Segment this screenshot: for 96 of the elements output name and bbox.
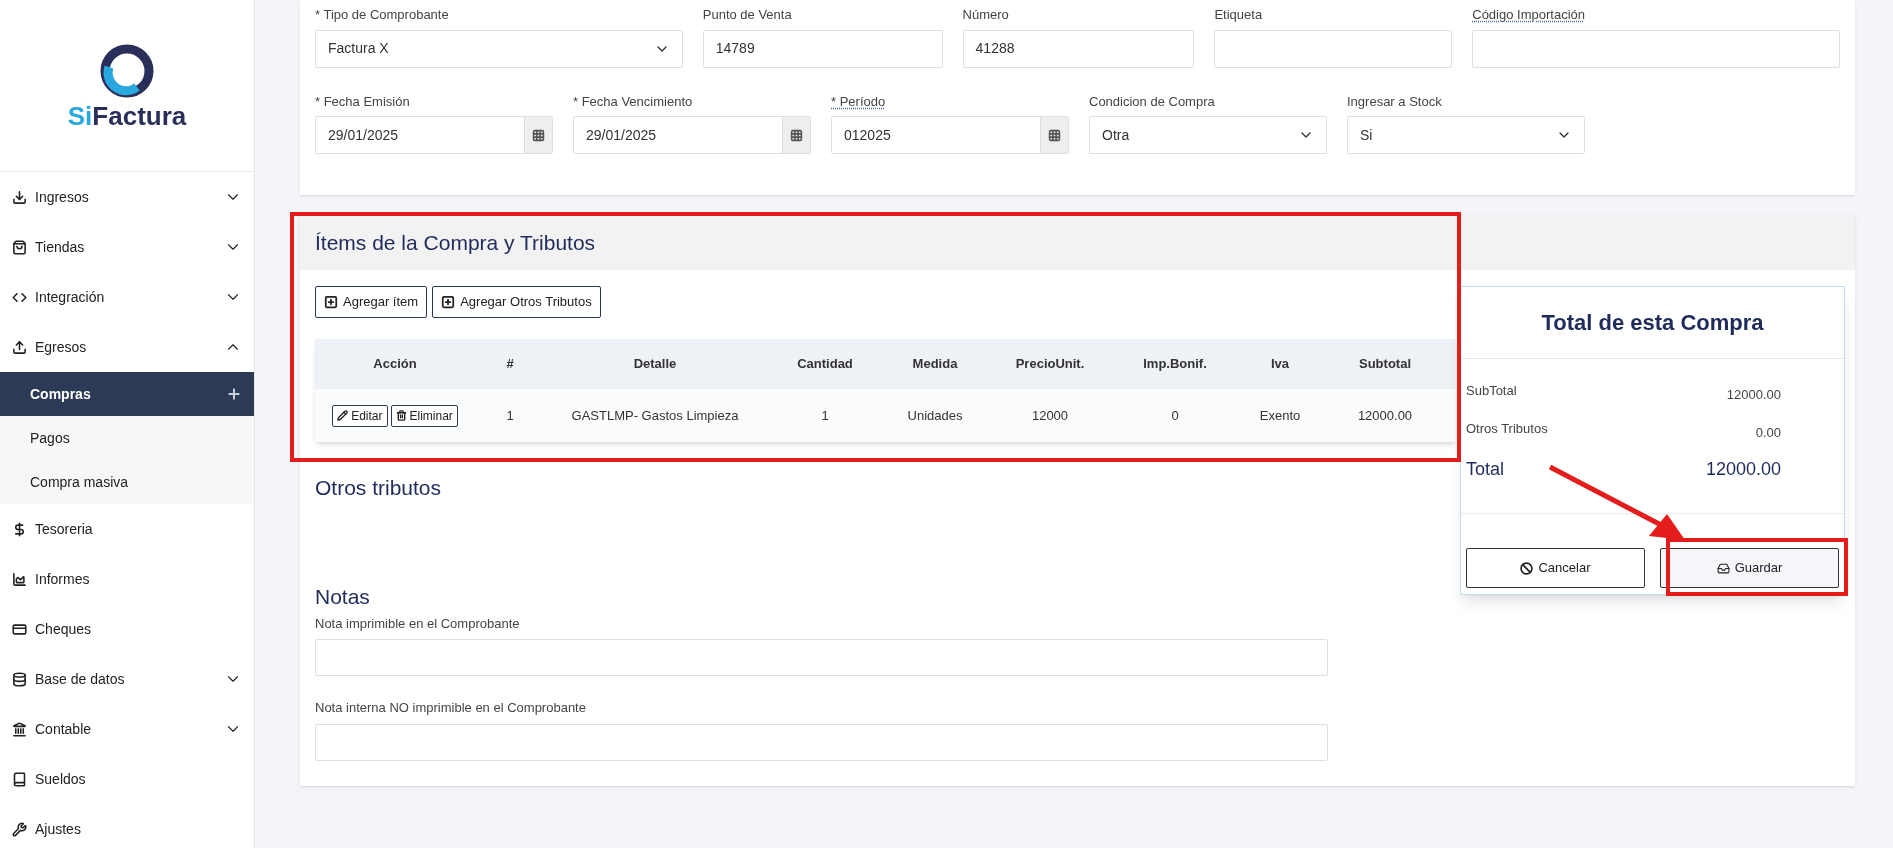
delete-button[interactable]: Eliminar bbox=[390, 404, 458, 427]
sidebar-item[interactable]: Tiendas bbox=[0, 222, 254, 272]
date-field[interactable]: 29/01/2025 bbox=[573, 116, 811, 154]
field-label: Etiqueta bbox=[1214, 6, 1263, 24]
field-label: * Fecha Vencimiento bbox=[573, 92, 693, 111]
bag-icon bbox=[12, 239, 27, 255]
submenu-item[interactable]: Compras bbox=[0, 372, 254, 416]
table-cell-text: 12000.00 bbox=[1357, 406, 1413, 425]
submenu-item[interactable]: Compra masiva bbox=[0, 460, 254, 504]
sidebar-item[interactable]: Integración bbox=[0, 272, 254, 322]
totals-title: Total de esta Compra bbox=[1541, 309, 1764, 337]
sidebar-item[interactable]: Ajustes bbox=[0, 804, 254, 848]
sidebar-item[interactable]: Informes bbox=[0, 554, 254, 604]
date-field[interactable]: 012025 bbox=[831, 116, 1069, 154]
field-label: * Fecha Emisión bbox=[315, 92, 410, 111]
section-title: Ítems de la Compra y Tributos bbox=[315, 229, 596, 256]
trash-icon bbox=[395, 410, 407, 421]
table-cell-text: Unidades bbox=[907, 406, 963, 425]
plus-icon bbox=[226, 386, 242, 402]
bank-icon bbox=[12, 721, 27, 737]
column-header: PrecioUnit. bbox=[1015, 355, 1085, 374]
pencil-icon bbox=[337, 410, 349, 421]
select-field[interactable]: Factura X bbox=[315, 29, 683, 68]
input-field[interactable]: 14789 bbox=[702, 29, 943, 68]
column-header: Cantidad bbox=[797, 355, 853, 374]
table-cell-text: 1 bbox=[506, 406, 514, 425]
sidebar-item[interactable]: Cheques bbox=[0, 604, 254, 654]
column-header: Acción bbox=[373, 355, 417, 374]
card-icon bbox=[12, 621, 27, 637]
wrench-icon bbox=[12, 821, 27, 837]
column-header: Subtotal bbox=[1359, 355, 1411, 374]
table-cell-text: 0 bbox=[1171, 406, 1179, 425]
total-value: 0.00 bbox=[1755, 423, 1781, 442]
add-button[interactable]: Agregar ítem bbox=[315, 286, 428, 318]
total-label: Total bbox=[1466, 458, 1505, 481]
column-header: Imp.Bonif. bbox=[1143, 355, 1207, 374]
field-label: Número bbox=[962, 6, 1009, 24]
plus-square-icon bbox=[324, 295, 338, 309]
select-field[interactable]: Si bbox=[1347, 116, 1585, 154]
sidebar-item[interactable]: Contable bbox=[0, 704, 254, 754]
sidebar-item[interactable]: Tesoreria bbox=[0, 504, 254, 554]
column-header: Iva bbox=[1270, 355, 1290, 374]
database-icon bbox=[12, 671, 27, 687]
grid-icon bbox=[1048, 128, 1061, 142]
section-title: Otros tributos bbox=[315, 475, 442, 501]
date-field[interactable]: 29/01/2025 bbox=[315, 116, 553, 154]
column-header: # bbox=[506, 355, 514, 374]
field-label: Ingresar a Stock bbox=[1347, 92, 1442, 111]
total-label: Otros Tributos bbox=[1466, 419, 1548, 438]
field-label: Nota imprimible en el Comprobante bbox=[315, 614, 520, 633]
book-icon bbox=[12, 771, 27, 787]
column-header: Detalle bbox=[633, 355, 677, 374]
calendar-button[interactable] bbox=[1040, 117, 1068, 153]
upload-icon bbox=[12, 339, 27, 355]
select-field[interactable]: Otra bbox=[1089, 116, 1327, 154]
column-header: Medida bbox=[912, 355, 958, 374]
table-cell-text: Exento bbox=[1259, 406, 1301, 425]
grid-icon bbox=[790, 128, 803, 142]
cancel-button[interactable]: Cancelar bbox=[1466, 548, 1645, 588]
dollar-icon bbox=[12, 521, 27, 537]
input-field[interactable]: 41288 bbox=[962, 29, 1195, 68]
note-field[interactable] bbox=[315, 639, 1328, 677]
sidebar-item[interactable]: Base de datos bbox=[0, 654, 254, 704]
calendar-button[interactable] bbox=[782, 117, 810, 153]
save-button[interactable]: Guardar bbox=[1660, 548, 1839, 588]
cancel-icon bbox=[1520, 561, 1534, 575]
field-label: Punto de Venta bbox=[702, 6, 792, 24]
calendar-button[interactable] bbox=[524, 117, 552, 153]
submenu-item[interactable]: Pagos bbox=[0, 416, 254, 460]
download-icon bbox=[12, 189, 27, 205]
input-field[interactable] bbox=[1472, 29, 1840, 68]
note-field[interactable] bbox=[315, 723, 1328, 761]
table-cell-text: 1 bbox=[821, 406, 829, 425]
plus-square-icon bbox=[441, 295, 456, 309]
logo-text: SiFactura bbox=[67, 102, 187, 129]
total-value: 12000.00 bbox=[1705, 458, 1781, 481]
field-label: Condicion de Compra bbox=[1089, 92, 1215, 111]
sidebar-item[interactable]: Ingresos bbox=[0, 172, 254, 222]
sidebar-item[interactable]: Sueldos bbox=[0, 754, 254, 804]
grid-icon bbox=[532, 128, 545, 142]
tray-icon bbox=[1716, 561, 1730, 575]
field-label: * Período bbox=[831, 92, 886, 111]
input-field[interactable] bbox=[1214, 29, 1453, 68]
sidebar-item[interactable]: Egresos bbox=[0, 322, 254, 372]
table-cell-text: GASTLMP- Gastos Limpieza bbox=[571, 406, 739, 425]
field-label: * Tipo de Comprobante bbox=[315, 6, 449, 24]
total-value: 12000.00 bbox=[1726, 386, 1781, 404]
add-button[interactable]: Agregar Otros Tributos bbox=[432, 286, 601, 318]
edit-button[interactable]: Editar bbox=[332, 404, 388, 427]
table-cell-text: 12000 bbox=[1031, 406, 1069, 425]
area-chart-icon bbox=[12, 571, 27, 587]
total-label: SubTotal bbox=[1466, 382, 1517, 400]
field-label: Código Importación bbox=[1472, 6, 1585, 24]
section-title: Notas bbox=[315, 583, 370, 610]
logo-ring-icon bbox=[99, 42, 155, 99]
field-label: Nota interna NO imprimible en el Comprobante bbox=[315, 699, 586, 718]
